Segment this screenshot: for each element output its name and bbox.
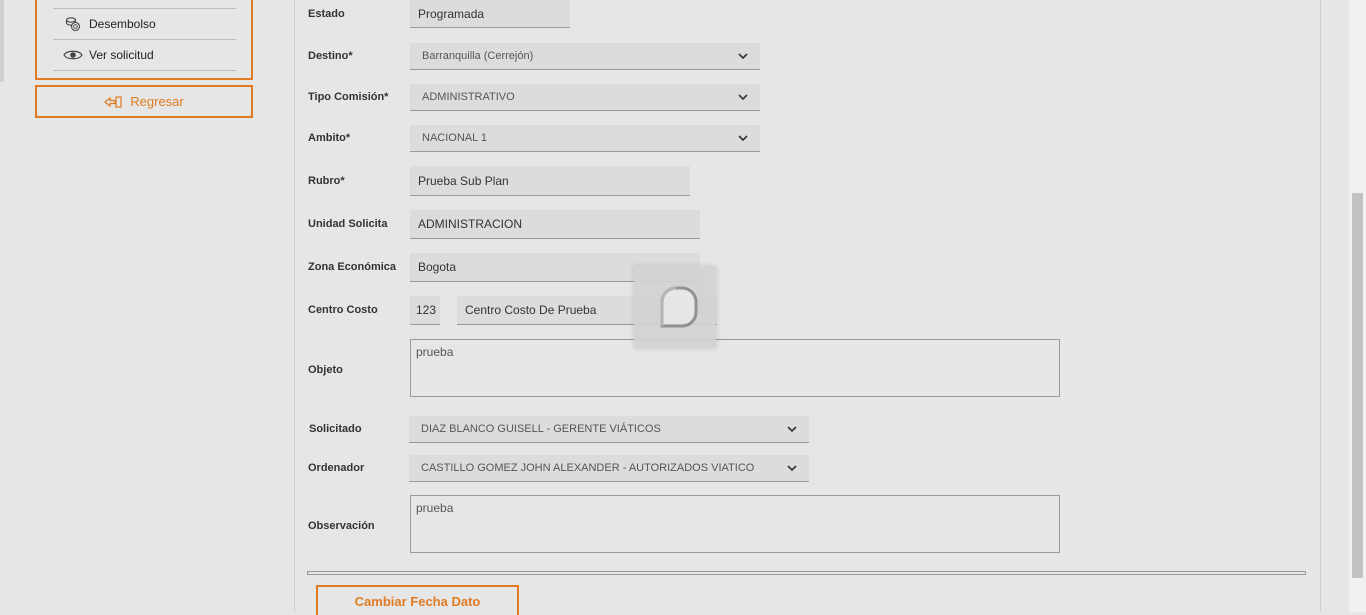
chevron-down-icon [787, 465, 797, 472]
sidebar-menu: Desembolso Ver solicitud [35, 0, 253, 80]
back-arrow-icon [104, 95, 122, 108]
destino-value: Barranquilla (Cerrejón) [422, 50, 534, 62]
chevron-down-icon [738, 53, 748, 60]
eye-icon [63, 47, 83, 63]
ordenador-value: CASTILLO GOMEZ JOHN ALEXANDER - AUTORIZA… [421, 462, 755, 474]
solicitado-value: DIAZ BLANCO GUISELL - GERENTE VIÁTICOS [421, 423, 661, 435]
tipo-comision-label: Tipo Comisión* [308, 91, 389, 103]
ambito-value: NACIONAL 1 [422, 132, 488, 144]
estado-field[interactable]: Programada [410, 0, 570, 28]
form-panel: Estado Programada Destino* Barranquilla … [294, 0, 1321, 615]
chevron-down-icon [787, 426, 797, 433]
zona-economica-label: Zona Económica [308, 261, 397, 273]
destino-label: Destino* [308, 50, 353, 62]
sidebar-item-label: Desembolso [89, 17, 156, 31]
back-button-label: Regresar [130, 94, 184, 109]
ambito-label: Ambito* [308, 132, 351, 144]
tipo-comision-select[interactable]: ADMINISTRATIVO [410, 84, 760, 111]
left-edge [0, 0, 4, 82]
sidebar-item-label: Ver solicitud [89, 48, 154, 62]
chevron-down-icon [738, 94, 748, 101]
centro-costo-label: Centro Costo [308, 304, 378, 316]
unidad-solicita-field[interactable]: ADMINISTRACION [410, 210, 700, 239]
coins-icon [63, 16, 83, 32]
rubro-field[interactable]: Prueba Sub Plan [410, 166, 690, 196]
estado-label: Estado [308, 8, 345, 20]
scrollbar-thumb[interactable] [1352, 193, 1363, 578]
chevron-down-icon [738, 135, 748, 142]
sidebar-item-ver-solicitud[interactable]: Ver solicitud [53, 40, 236, 71]
centro-costo-code-field[interactable]: 123 [410, 296, 440, 325]
objeto-textarea[interactable]: prueba [410, 339, 1060, 397]
loading-spinner [634, 266, 716, 348]
unidad-solicita-label: Unidad Solicita [308, 218, 388, 230]
tipo-comision-value: ADMINISTRATIVO [422, 91, 515, 103]
change-date-button[interactable]: Cambiar Fecha Dato [316, 585, 519, 615]
solicitado-select[interactable]: DIAZ BLANCO GUISELL - GERENTE VIÁTICOS [409, 416, 809, 443]
ordenador-select[interactable]: CASTILLO GOMEZ JOHN ALEXANDER - AUTORIZA… [409, 455, 809, 482]
sidebar-item-desembolso[interactable]: Desembolso [53, 9, 236, 40]
solicitado-label: Solicitado [309, 423, 362, 435]
ambito-select[interactable]: NACIONAL 1 [410, 125, 760, 152]
rubro-label: Rubro* [308, 175, 345, 187]
observacion-label: Observación [308, 520, 375, 532]
loading-icon [660, 286, 698, 328]
destino-select[interactable]: Barranquilla (Cerrejón) [410, 43, 760, 70]
divider [307, 571, 1306, 575]
observacion-textarea[interactable]: prueba [410, 495, 1060, 553]
objeto-label: Objeto [308, 364, 343, 376]
ordenador-label: Ordenador [308, 462, 365, 474]
back-button[interactable]: Regresar [35, 85, 253, 118]
